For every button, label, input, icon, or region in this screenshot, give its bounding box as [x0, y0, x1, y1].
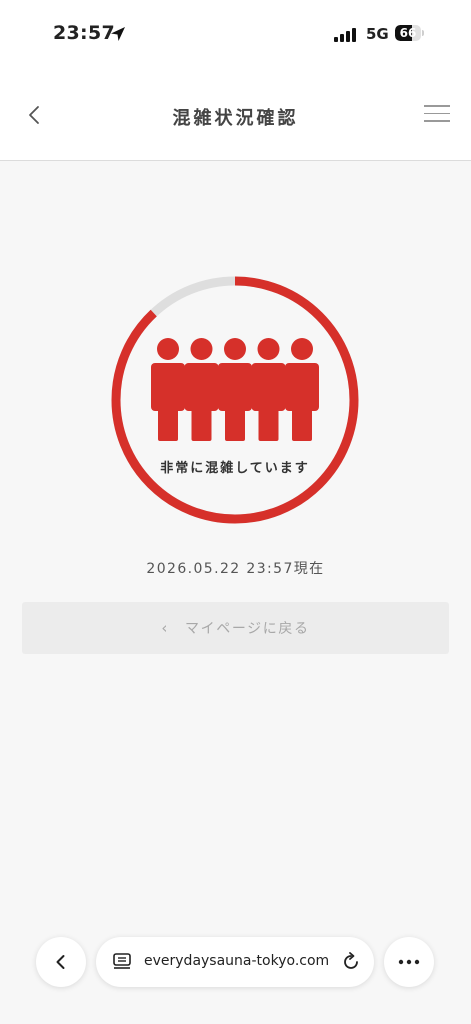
- person-icon: [251, 338, 286, 441]
- back-chevron-icon: [56, 955, 65, 969]
- cellular-signal-icon: [334, 28, 356, 42]
- status-time: 23:57: [53, 22, 115, 44]
- updated-timestamp: 2026.05.22 23:57現在: [146, 561, 325, 577]
- battery-level: 66: [399, 26, 417, 40]
- page-title: 混雑状況確認: [172, 108, 299, 129]
- tab-overview-icon: [113, 953, 131, 969]
- person-icon: [184, 338, 219, 441]
- person-icon: [285, 338, 319, 441]
- url-text: everydaysauna-tokyo.com: [144, 953, 330, 969]
- page-header: 混雑状況確認: [0, 70, 471, 161]
- status-bar: 23:57 5G 66: [0, 0, 471, 70]
- ellipsis-icon: [398, 959, 420, 965]
- location-arrow-icon: [111, 27, 125, 41]
- hamburger-menu-icon[interactable]: [424, 105, 450, 125]
- crowd-indicator: 非常に混雑しています: [111, 276, 359, 524]
- more-options-button[interactable]: [384, 937, 434, 987]
- back-to-mypage-button[interactable]: ‹ マイページに戻る: [22, 602, 449, 654]
- battery-icon: 66: [395, 25, 425, 42]
- crowd-ring-icon: [111, 276, 359, 524]
- chevron-left-icon: ‹: [161, 619, 170, 637]
- browser-back-button[interactable]: [36, 937, 86, 987]
- back-to-mypage-label: マイページに戻る: [185, 621, 310, 637]
- person-icon: [151, 338, 185, 441]
- people-icons: [151, 338, 319, 441]
- network-type-label: 5G: [366, 25, 389, 43]
- reload-icon[interactable]: [340, 951, 362, 973]
- browser-toolbar: everydaysauna-tokyo.com: [0, 930, 471, 1024]
- crowd-status-text: 非常に混雑しています: [160, 461, 310, 476]
- person-icon: [218, 338, 252, 441]
- address-bar[interactable]: everydaysauna-tokyo.com: [96, 937, 374, 987]
